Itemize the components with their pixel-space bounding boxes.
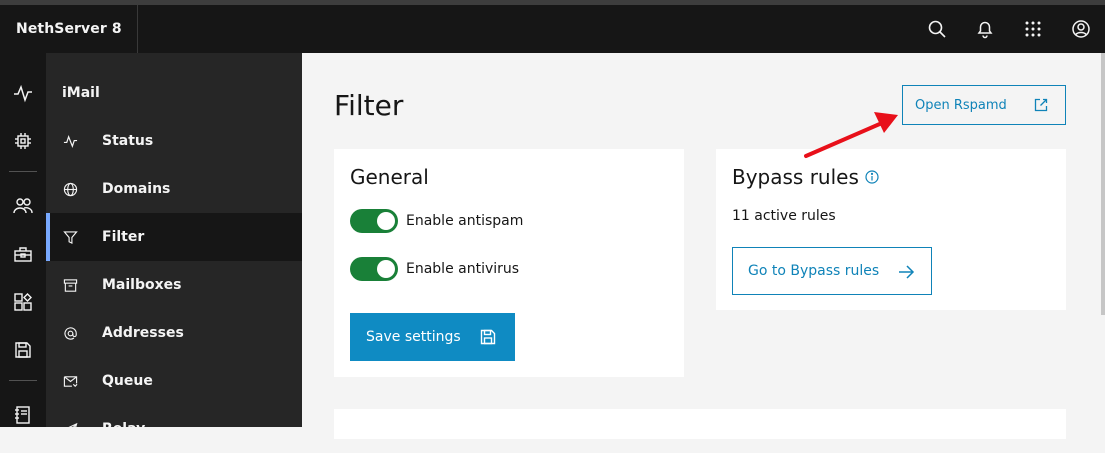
- antivirus-toggle[interactable]: [350, 257, 398, 281]
- bypass-title-row: Bypass rules: [732, 165, 879, 189]
- nav-item-status[interactable]: Status: [46, 117, 302, 165]
- nav-item-domains[interactable]: Domains: [46, 165, 302, 213]
- nav-item-relay[interactable]: Relay: [46, 405, 302, 453]
- at-icon: [62, 325, 78, 341]
- mail-queue-icon: [62, 373, 78, 389]
- archive-icon: [62, 277, 78, 293]
- notifications-button[interactable]: [961, 5, 1009, 53]
- toolbox-icon: [14, 247, 32, 262]
- rail-divider: [9, 380, 37, 381]
- bypass-rules-card: Bypass rules 11 active rules Go to Bypas…: [716, 149, 1066, 310]
- go-to-bypass-rules-label: Go to Bypass rules: [748, 263, 880, 279]
- app-switcher-icon: [1025, 21, 1041, 37]
- nav-item-label: Domains: [102, 181, 171, 197]
- main-scrollbar[interactable]: [1101, 53, 1105, 315]
- nav-item-filter[interactable]: Filter: [46, 213, 302, 261]
- search-icon: [928, 20, 946, 38]
- page-title: Filter: [334, 89, 404, 122]
- external-link-icon: [1034, 98, 1048, 112]
- antispam-toggle[interactable]: [350, 209, 398, 233]
- go-to-bypass-rules-button[interactable]: Go to Bypass rules: [732, 247, 932, 295]
- users-icon: [13, 198, 33, 214]
- nav-item-mailboxes[interactable]: Mailboxes: [46, 261, 302, 309]
- bypass-count: 11 active rules: [732, 208, 836, 224]
- nav-item-addresses[interactable]: Addresses: [46, 309, 302, 357]
- brand-name[interactable]: NethServer 8: [0, 5, 138, 53]
- user-avatar-icon: [1072, 20, 1090, 38]
- nav-item-label: Status: [102, 133, 154, 149]
- rail-item-users[interactable]: [0, 186, 46, 226]
- rail-item-backup[interactable]: [0, 330, 46, 370]
- search-button[interactable]: [913, 5, 961, 53]
- subnav-app-title: iMail: [62, 85, 100, 101]
- save-icon: [480, 329, 496, 345]
- filter-icon: [62, 229, 78, 245]
- antispam-label: Enable antispam: [406, 213, 524, 229]
- save-settings-label: Save settings: [366, 329, 461, 345]
- rail-item-apps[interactable]: [0, 282, 46, 322]
- rail-divider: [9, 171, 37, 172]
- nav-item-queue[interactable]: Queue: [46, 357, 302, 405]
- send-icon: [62, 421, 78, 437]
- main-content: Filter Open Rspamd General Enable antisp…: [302, 53, 1105, 439]
- info-icon[interactable]: [865, 170, 879, 184]
- general-card: General Enable antispam Enable antivirus…: [334, 149, 684, 377]
- app-subnav: iMail Status Domains Filter Mailboxes Ad…: [46, 53, 302, 437]
- side-rail: [0, 53, 46, 427]
- user-menu-button[interactable]: [1057, 5, 1105, 53]
- nav-item-label: Filter: [102, 229, 145, 245]
- general-title: General: [350, 165, 429, 189]
- top-header: NethServer 8: [0, 5, 1105, 53]
- rail-item-status[interactable]: [0, 73, 46, 113]
- nav-item-label: Addresses: [102, 325, 184, 341]
- save-icon: [15, 342, 31, 358]
- antispam-row: Enable antispam: [350, 209, 523, 233]
- open-rspamd-label: Open Rspamd: [915, 97, 1007, 113]
- globe-icon: [62, 181, 78, 197]
- antivirus-row: Enable antivirus: [350, 257, 519, 281]
- bypass-title: Bypass rules: [732, 165, 859, 189]
- notebook-icon: [15, 406, 30, 424]
- arrow-right-icon: [899, 265, 915, 279]
- nav-item-label: Mailboxes: [102, 277, 182, 293]
- app-switcher-button[interactable]: [1009, 5, 1057, 53]
- rail-item-applications[interactable]: [0, 234, 46, 274]
- open-rspamd-button[interactable]: Open Rspamd: [902, 85, 1066, 125]
- antivirus-label: Enable antivirus: [406, 261, 520, 277]
- rail-item-system[interactable]: [0, 121, 46, 161]
- activity-icon: [14, 84, 32, 103]
- save-settings-button[interactable]: Save settings: [350, 313, 515, 361]
- notification-icon: [977, 21, 993, 39]
- rail-item-logs[interactable]: [0, 395, 46, 435]
- nav-item-label: Relay: [102, 421, 146, 437]
- nav-item-label: Queue: [102, 373, 153, 389]
- header-actions: [913, 5, 1105, 53]
- additional-card: [334, 409, 1066, 439]
- activity-icon: [62, 133, 78, 149]
- chip-icon: [15, 133, 31, 149]
- apps-icon: [14, 293, 32, 311]
